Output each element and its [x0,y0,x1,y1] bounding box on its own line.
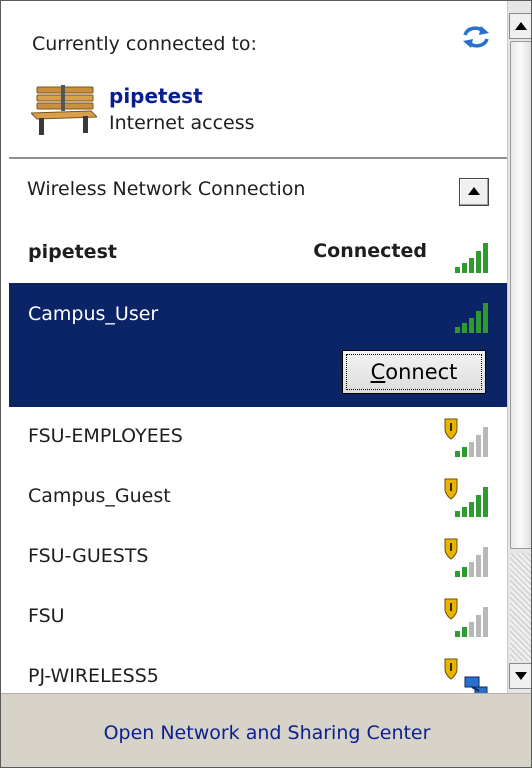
signal-bar [483,303,488,333]
collapse-section-button[interactable] [459,178,489,206]
network-row[interactable]: FSU-EMPLOYEES [9,407,507,467]
shield-mark [450,543,452,551]
signal-bar [455,267,460,273]
signal-bar [483,487,488,517]
signal-strength-icon [455,303,488,333]
signal-bar [476,311,481,333]
secured-signal-icon [444,538,488,577]
connect-button[interactable]: Connect [342,350,486,394]
shield-mark [450,663,452,671]
signal-bar [469,258,474,273]
signal-bar [469,502,474,517]
current-network-access: Internet access [109,112,255,134]
adhoc-computer-icon [464,676,480,688]
wireless-section-header: Wireless Network Connection [27,178,306,200]
shield-mark [450,483,452,491]
signal-bar [455,511,460,517]
network-row-selected[interactable]: Campus_User Connect [9,283,507,407]
signal-bar [462,567,467,577]
shield-mark [450,423,452,431]
connection-status: Connected [313,240,427,262]
signal-bar [483,607,488,637]
current-connection-heading: Currently connected to: [32,33,257,55]
signal-bar [455,571,460,577]
signal-bar [469,562,474,577]
signal-strength-icon [455,243,488,273]
signal-bar [476,555,481,577]
open-network-sharing-center-link[interactable]: Open Network and Sharing Center [1,722,531,744]
network-name: pipetest [28,241,117,263]
vertical-scrollbar[interactable] [507,1,531,693]
network-row[interactable]: PJ-WIRELESS5 [9,647,507,693]
secured-signal-icon [444,598,488,637]
signal-bar [483,427,488,457]
network-name: FSU-GUESTS [28,545,149,567]
signal-bar [455,451,460,457]
signal-bar [469,318,474,333]
signal-bar [476,435,481,457]
network-name: Campus_Guest [28,485,171,507]
signal-bar [462,447,467,457]
section-divider [9,157,507,159]
network-row[interactable]: Campus_Guest [9,467,507,527]
signal-bar [483,243,488,273]
signal-bar [483,547,488,577]
secured-adhoc-network-icon [444,658,488,693]
signal-bar [469,622,474,637]
refresh-arrows-icon[interactable] [459,23,493,51]
signal-bar [476,615,481,637]
signal-bar [476,251,481,273]
network-name: FSU-EMPLOYEES [28,425,183,447]
secured-signal-icon [444,478,488,517]
signal-bar [462,507,467,517]
signal-bar [455,327,460,333]
network-row[interactable]: FSU-GUESTS [9,527,507,587]
scroll-track[interactable] [510,553,531,661]
network-name: FSU [28,605,65,627]
bench-icon [31,85,97,135]
signal-bar [469,442,474,457]
footer-bar: Open Network and Sharing Center [1,693,531,767]
network-row[interactable]: FSU [9,587,507,647]
shield-mark [450,603,452,611]
network-row-connected[interactable]: pipetest Connected [9,223,507,283]
signal-bar [462,263,467,273]
network-flyout: Currently connected to: pipetest Interne… [0,0,532,768]
scroll-thumb[interactable] [510,41,531,549]
signal-bar [462,323,467,333]
signal-bar [476,495,481,517]
network-name: Campus_User [28,303,159,325]
signal-bar [462,627,467,637]
current-connection-panel: Currently connected to: pipetest Interne… [1,1,507,158]
secured-signal-icon [444,418,488,457]
scroll-down-button[interactable] [509,663,531,689]
scroll-up-button[interactable] [509,13,531,39]
current-network-name: pipetest [109,84,203,108]
signal-bar [455,631,460,637]
network-name: PJ-WIRELESS5 [28,665,159,687]
